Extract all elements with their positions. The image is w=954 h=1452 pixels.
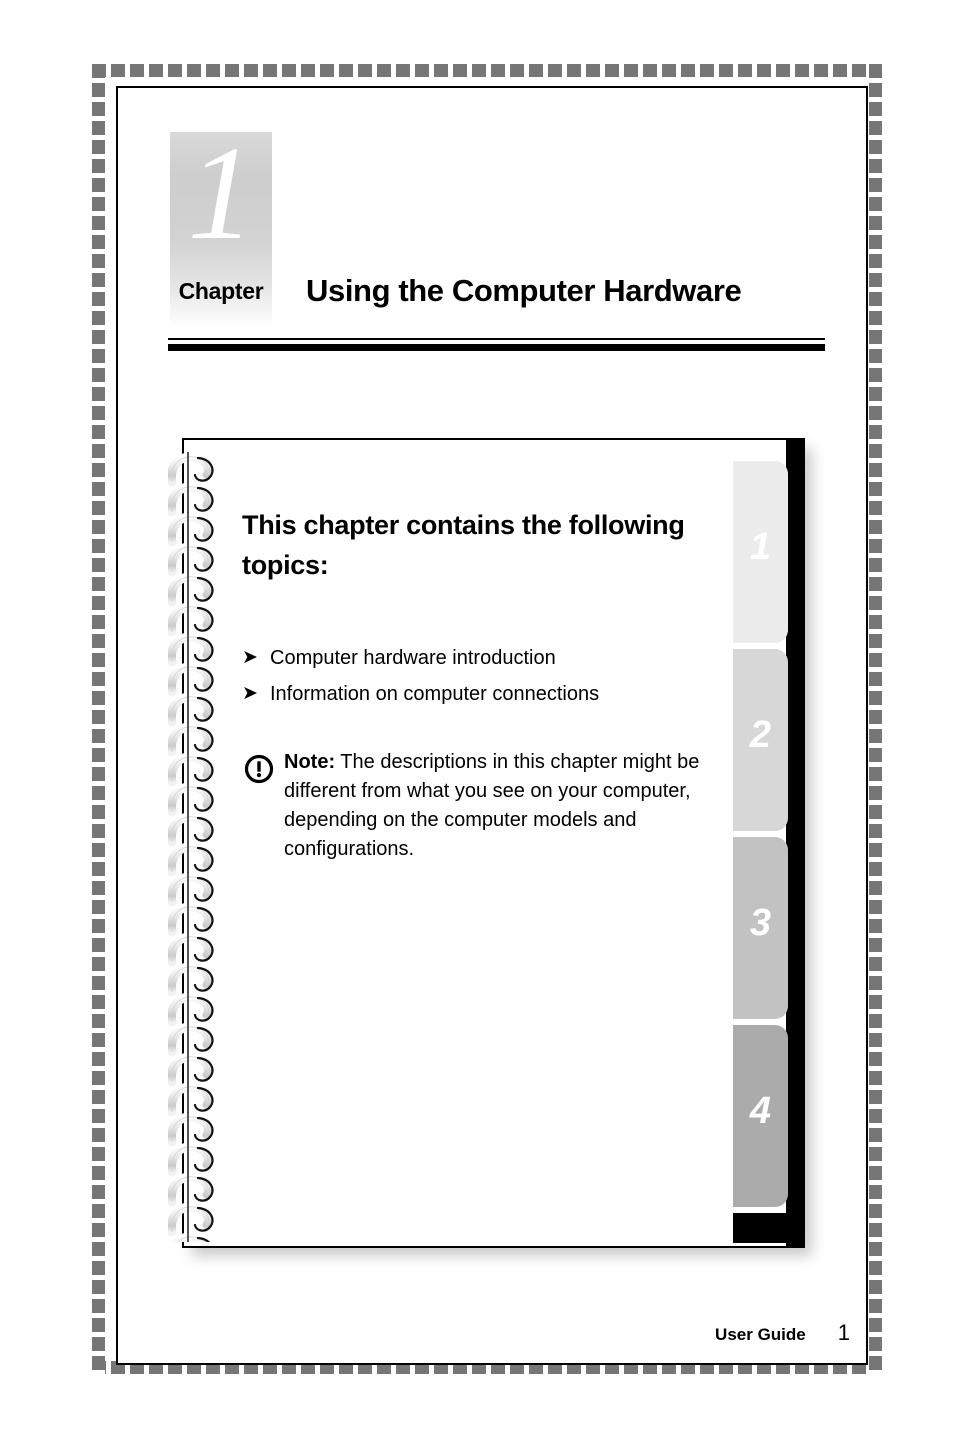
- tabs-filler-block: [733, 1213, 788, 1243]
- chapter-tab-number: 2: [749, 714, 772, 756]
- chapter-tab-number: 3: [749, 902, 772, 944]
- chapter-label: Chapter: [178, 278, 264, 304]
- note-body: The descriptions in this chapter might b…: [284, 751, 700, 860]
- topics-list: ➤ Computer hardware introduction ➤ Informat…: [242, 640, 712, 712]
- manual-page: 1 Chapter Using the Computer Hardware 1 2…: [0, 0, 954, 1452]
- chapter-tabs: 1 2 3 4: [733, 443, 788, 1247]
- note-label: Note:: [284, 751, 336, 773]
- page-title: Using the Computer Hardware: [306, 273, 742, 308]
- footer-label: User Guide: [715, 1325, 806, 1344]
- spiral-binding: [168, 452, 228, 1242]
- note-block: Note: The descriptions in this chapter m…: [244, 748, 724, 864]
- dashed-frame-right: [869, 64, 882, 1374]
- chapter-number: 1: [187, 119, 255, 267]
- card-heading: This chapter contains the following topi…: [242, 510, 685, 580]
- list-item: ➤ Computer hardware introduction: [242, 640, 712, 676]
- arrow-bullet-icon: ➤: [242, 647, 258, 668]
- exclamation-circle-icon: [244, 748, 284, 789]
- spiral-coil-ring: [168, 1232, 226, 1242]
- header-rule-thick: [168, 344, 825, 351]
- chapter-badge: 1 Chapter: [170, 126, 272, 327]
- chapter-tab-number: 1: [749, 526, 772, 568]
- page-number: 1: [837, 1320, 850, 1345]
- page-footer: User Guide 1: [560, 1320, 850, 1346]
- header-rule-thin: [168, 338, 825, 340]
- list-item: ➤ Information on computer connections: [242, 676, 712, 712]
- dashed-frame-top: [92, 64, 882, 77]
- list-item-label: Computer hardware introduction: [270, 647, 556, 669]
- list-item-label: Information on computer connections: [270, 683, 600, 705]
- dashed-frame-left: [92, 64, 105, 1374]
- chapter-tab-number: 4: [749, 1090, 772, 1132]
- arrow-bullet-icon: ➤: [242, 683, 258, 704]
- note-text: Note: The descriptions in this chapter m…: [284, 748, 724, 864]
- card-spine: [786, 440, 803, 1246]
